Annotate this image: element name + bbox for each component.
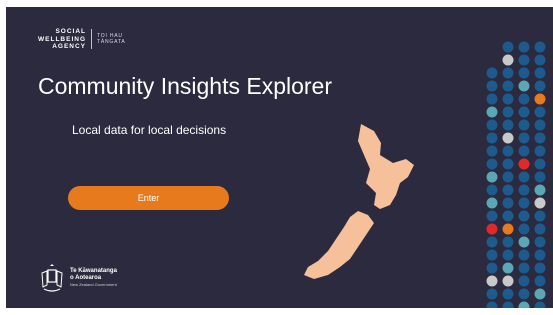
decorative-dot [502, 80, 514, 92]
decorative-dot [502, 106, 514, 118]
decorative-dot [486, 132, 498, 144]
decorative-dot [486, 197, 498, 209]
decorative-dot [502, 249, 514, 261]
decorative-dot [502, 262, 514, 274]
page-subtitle: Local data for local decisions [72, 123, 227, 137]
decorative-dot [486, 223, 498, 235]
decorative-dot [534, 223, 546, 235]
decorative-dot [518, 158, 530, 170]
decorative-dot [534, 236, 546, 248]
decorative-dot [518, 288, 530, 300]
decorative-dot [518, 210, 530, 222]
decorative-dot [486, 275, 498, 287]
decorative-dot [502, 275, 514, 287]
decorative-dot [518, 236, 530, 248]
decorative-dot-pattern [486, 41, 546, 308]
decorative-dot [534, 158, 546, 170]
nz-government-logo: Te Kāwanatanga o Aotearoa New Zealand Go… [40, 263, 117, 293]
decorative-dot [486, 301, 498, 308]
decorative-dot [534, 288, 546, 300]
decorative-dot [518, 262, 530, 274]
decorative-dot [518, 80, 530, 92]
decorative-dot [518, 67, 530, 79]
decorative-dot [518, 184, 530, 196]
decorative-dot [502, 41, 514, 53]
decorative-dot [534, 301, 546, 308]
decorative-dot [486, 106, 498, 118]
logo-divider [91, 29, 92, 50]
decorative-dot [534, 171, 546, 183]
decorative-dot [534, 54, 546, 66]
decorative-dot [518, 132, 530, 144]
decorative-dot [518, 275, 530, 287]
decorative-dot [534, 275, 546, 287]
decorative-dot [486, 171, 498, 183]
decorative-dot [502, 132, 514, 144]
decorative-dot [518, 106, 530, 118]
decorative-dot [534, 93, 546, 105]
decorative-dot [486, 158, 498, 170]
decorative-dot [486, 119, 498, 131]
enter-button[interactable]: Enter [68, 186, 229, 210]
decorative-dot [486, 210, 498, 222]
decorative-dot [502, 210, 514, 222]
government-text: Te Kāwanatanga o Aotearoa New Zealand Go… [70, 268, 117, 287]
decorative-dot [486, 288, 498, 300]
decorative-dot [518, 197, 530, 209]
social-wellbeing-agency-logo: SOCIAL WELLBEING AGENCY TOI HAU TĀNGATA [38, 28, 125, 51]
decorative-dot [486, 262, 498, 274]
decorative-dot [534, 67, 546, 79]
decorative-dot [518, 249, 530, 261]
page-title: Community Insights Explorer [38, 73, 332, 99]
new-zealand-map-icon [304, 124, 414, 279]
decorative-dot [502, 236, 514, 248]
decorative-dot [518, 119, 530, 131]
agency-maori-name: TOI HAU TĀNGATA [97, 32, 126, 46]
decorative-dot [486, 145, 498, 157]
decorative-dot [534, 184, 546, 196]
decorative-dot [534, 119, 546, 131]
decorative-dot [486, 93, 498, 105]
coat-of-arms-icon [41, 264, 63, 292]
decorative-dot [534, 41, 546, 53]
decorative-dot [534, 106, 546, 118]
decorative-dot [486, 67, 498, 79]
decorative-dot [534, 80, 546, 92]
decorative-dot [502, 223, 514, 235]
decorative-dot [502, 67, 514, 79]
decorative-dot [518, 301, 530, 308]
decorative-dot [502, 119, 514, 131]
decorative-dot [486, 236, 498, 248]
splash-screen: SOCIAL WELLBEING AGENCY TOI HAU TĀNGATA … [6, 7, 553, 308]
decorative-dot [534, 145, 546, 157]
decorative-dot [502, 158, 514, 170]
decorative-dot [502, 93, 514, 105]
decorative-dot [502, 145, 514, 157]
decorative-dot [502, 197, 514, 209]
decorative-dot [518, 93, 530, 105]
decorative-dot [518, 54, 530, 66]
decorative-dot [486, 184, 498, 196]
decorative-dot [502, 301, 514, 308]
decorative-dot [502, 171, 514, 183]
decorative-dot [518, 171, 530, 183]
decorative-dot [502, 288, 514, 300]
decorative-dot [486, 80, 498, 92]
decorative-dot [534, 210, 546, 222]
decorative-dot [502, 184, 514, 196]
decorative-dot [518, 41, 530, 53]
decorative-dot [534, 249, 546, 261]
decorative-dot [518, 223, 530, 235]
decorative-dot [502, 54, 514, 66]
agency-name: SOCIAL WELLBEING AGENCY [38, 28, 86, 50]
decorative-dot [534, 132, 546, 144]
decorative-dot [518, 145, 530, 157]
decorative-dot [486, 249, 498, 261]
decorative-dot [534, 197, 546, 209]
decorative-dot [534, 262, 546, 274]
